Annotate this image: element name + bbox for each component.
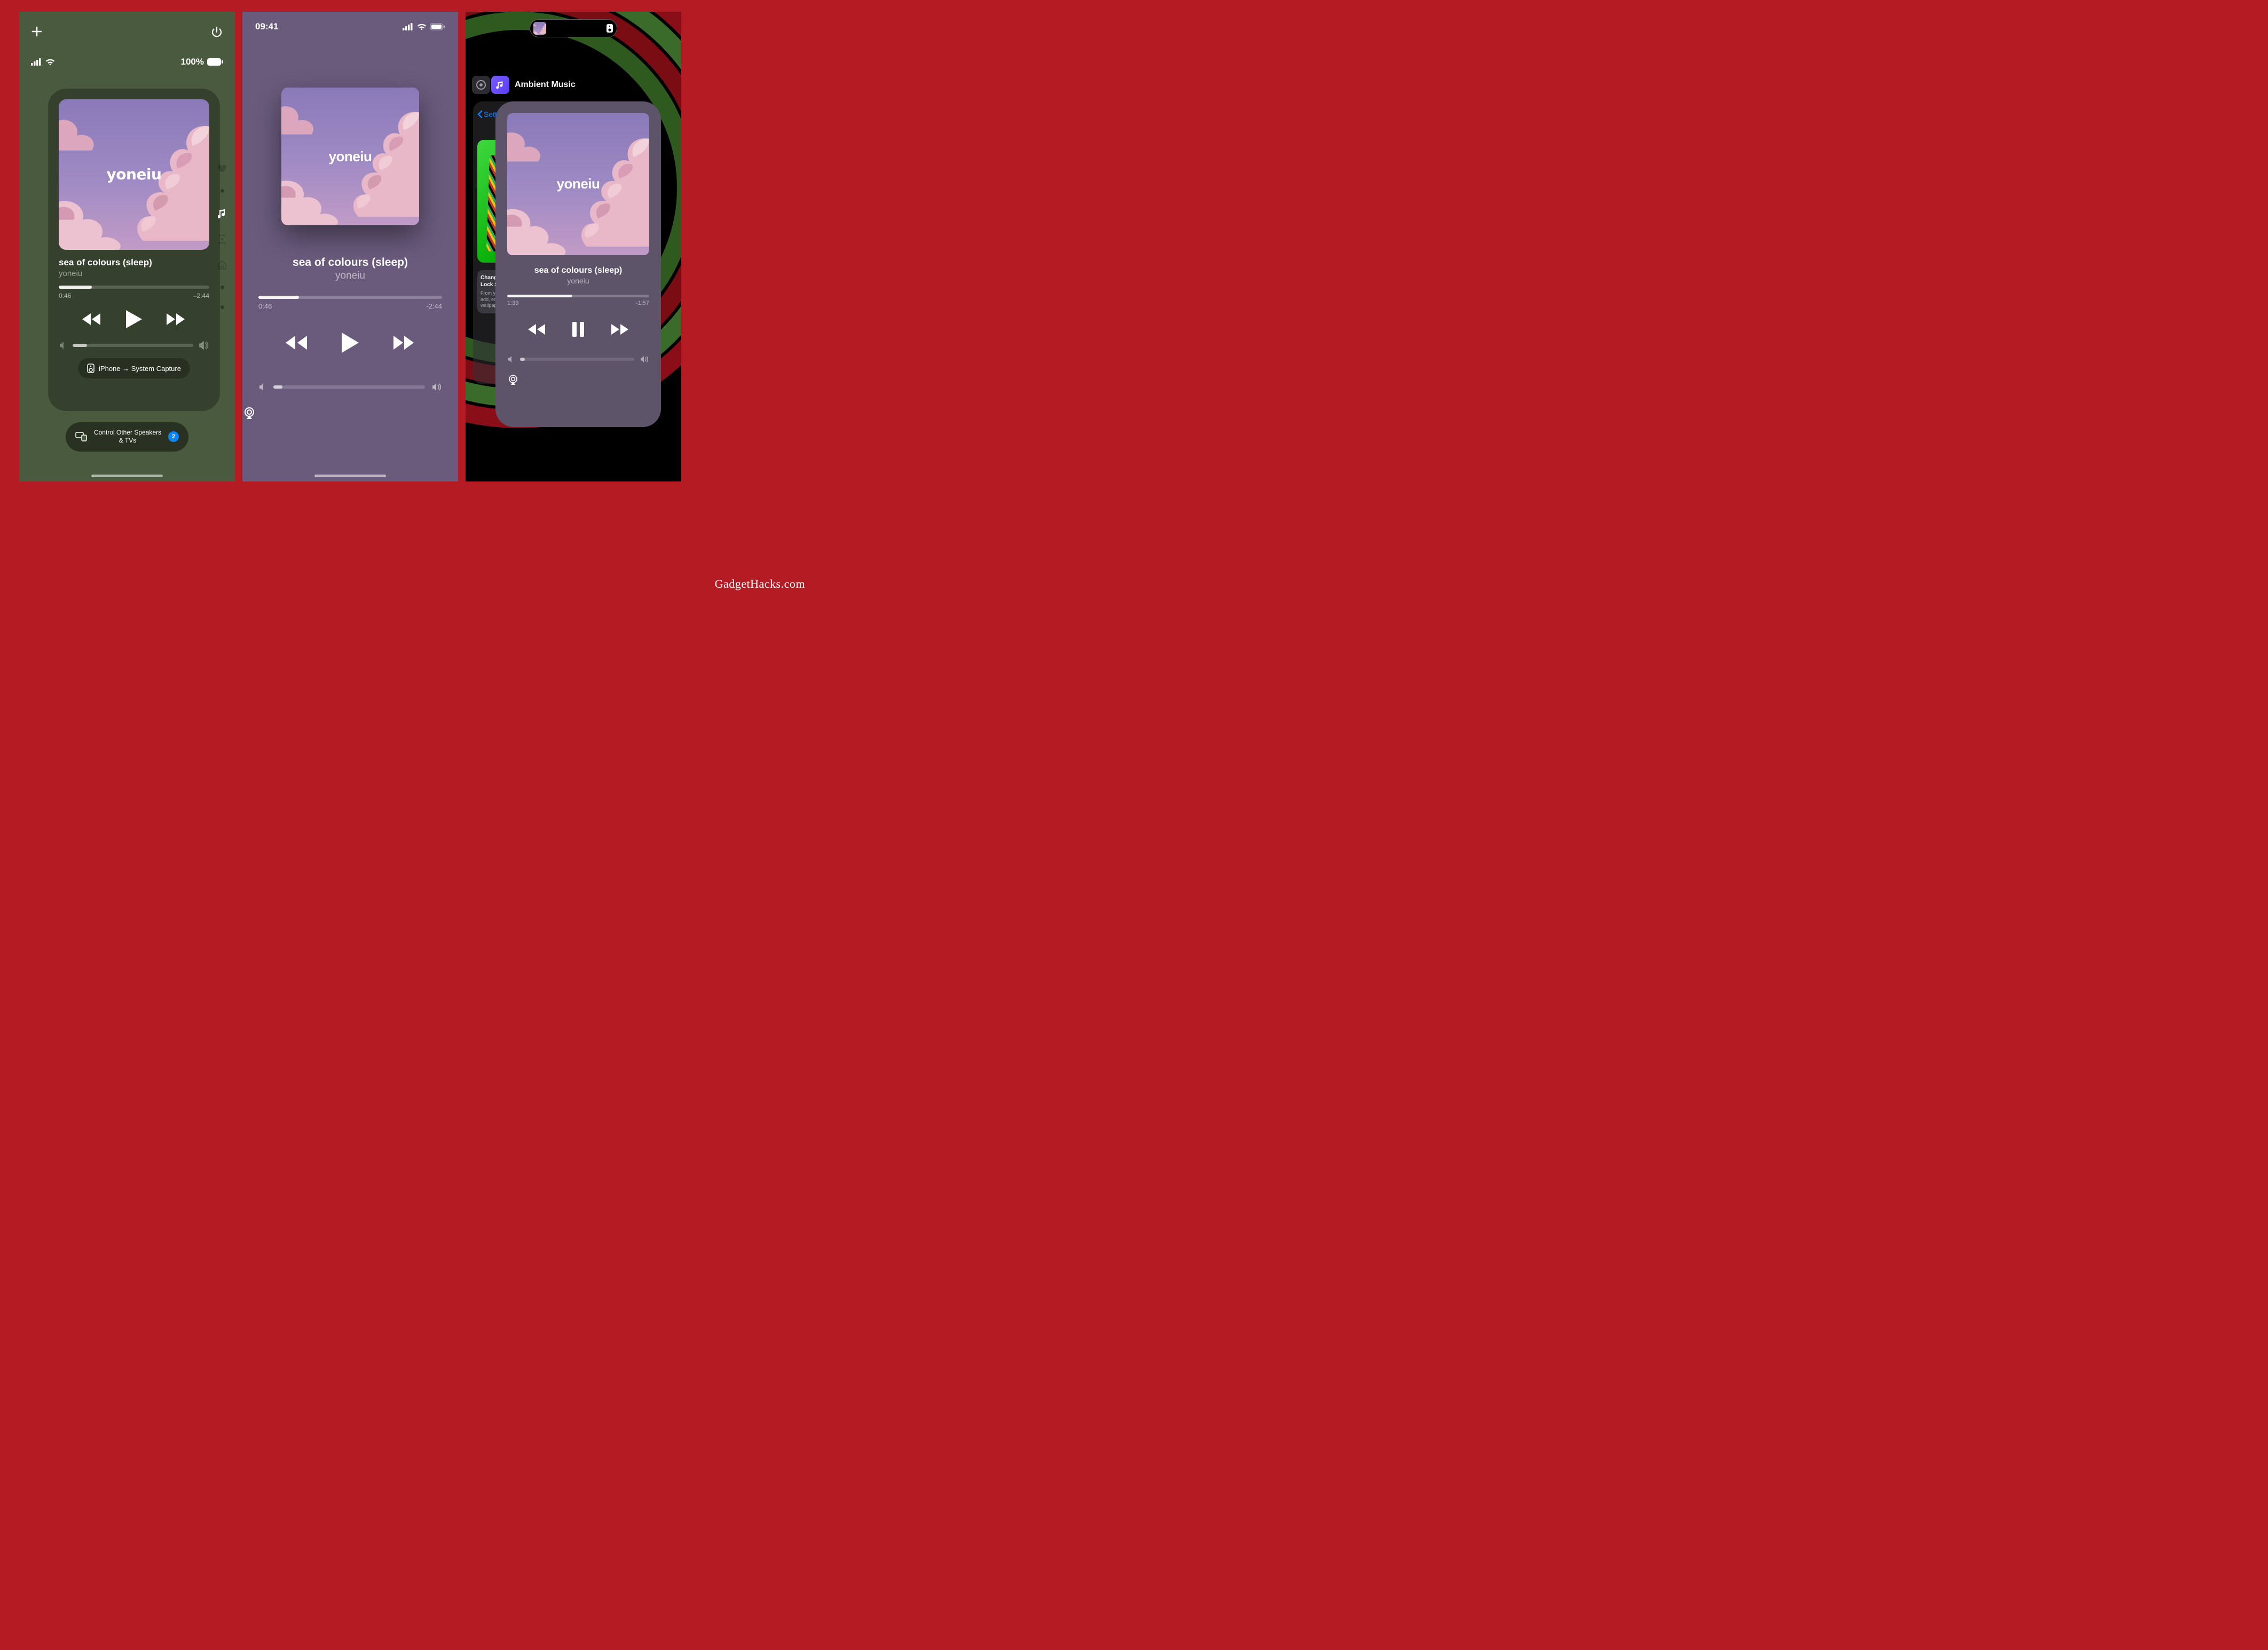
forward-button[interactable] xyxy=(167,312,187,326)
wifi-icon xyxy=(45,58,56,66)
time-remaining: –2:44 xyxy=(193,292,209,299)
airplay-button[interactable] xyxy=(242,407,458,419)
music-icon[interactable] xyxy=(218,209,226,218)
now-playing-card: yoneiu sea of colours (sleep) yoneiu 0:4… xyxy=(48,89,220,411)
rewind-button[interactable] xyxy=(527,323,546,336)
music-card-switcher[interactable]: yoneiu sea of colours (sleep) yoneiu 1:3… xyxy=(495,101,661,427)
play-button[interactable] xyxy=(125,309,143,329)
time-remaining: -1:57 xyxy=(636,300,649,306)
forward-button[interactable] xyxy=(392,335,416,351)
progress-slider[interactable] xyxy=(59,286,209,289)
page-dot[interactable] xyxy=(220,305,224,309)
cellular-icon xyxy=(31,58,42,66)
add-icon[interactable] xyxy=(31,26,43,38)
time-elapsed: 1:33 xyxy=(507,300,518,306)
volume-slider[interactable] xyxy=(73,344,193,347)
home-indicator[interactable] xyxy=(91,475,163,477)
rewind-button[interactable] xyxy=(81,312,101,326)
home-indicator[interactable] xyxy=(314,475,386,477)
app-name-label: Ambient Music xyxy=(515,80,576,90)
volume-high-icon xyxy=(431,383,442,391)
volume-low-icon xyxy=(507,356,515,363)
track-title: sea of colours (sleep) xyxy=(59,257,209,268)
battery-percent: 100% xyxy=(181,57,204,67)
progress-slider[interactable] xyxy=(507,295,649,297)
forward-button[interactable] xyxy=(610,323,629,336)
side-dots xyxy=(217,164,227,309)
volume-high-icon xyxy=(199,341,209,350)
album-art-text: yoneiu xyxy=(507,176,649,192)
album-art-text: yoneiu xyxy=(59,165,209,183)
speaker-small-icon xyxy=(606,23,613,33)
power-icon[interactable] xyxy=(210,26,223,38)
track-title: sea of colours (sleep) xyxy=(242,256,458,269)
wifi-icon xyxy=(416,23,427,30)
island-album-art xyxy=(533,22,546,35)
volume-high-icon xyxy=(640,356,649,363)
time-elapsed: 0:46 xyxy=(59,292,71,299)
track-artist: yoneiu xyxy=(242,270,458,282)
watermark: GadgetHacks.com xyxy=(715,577,805,591)
page-dot[interactable] xyxy=(220,286,224,289)
devices-icon xyxy=(75,432,87,441)
battery-icon xyxy=(430,23,445,30)
track-artist: yoneiu xyxy=(59,269,209,278)
volume-slider[interactable] xyxy=(520,358,634,361)
pause-button[interactable] xyxy=(572,321,585,337)
time-elapsed: 0:46 xyxy=(258,302,272,310)
settings-app-icon[interactable] xyxy=(472,76,490,94)
cellular-icon xyxy=(403,23,413,30)
play-button[interactable] xyxy=(340,331,360,354)
status-time: 09:41 xyxy=(255,21,278,32)
control-other-button[interactable]: Control Other Speakers & TVs 2 xyxy=(66,422,188,452)
broadcast-icon[interactable] xyxy=(217,234,227,244)
speaker-icon xyxy=(87,364,94,373)
track-artist: yoneiu xyxy=(507,277,649,285)
album-art: yoneiu xyxy=(281,88,419,225)
heart-icon[interactable] xyxy=(217,164,227,173)
output-device-label: iPhone → System Capture xyxy=(99,365,181,373)
home-icon[interactable] xyxy=(217,260,227,270)
output-device-button[interactable]: iPhone → System Capture xyxy=(78,358,190,378)
panel-3-app-switcher: Ambient Music Settin Al Change Lock Scr xyxy=(466,12,681,481)
dynamic-island[interactable] xyxy=(530,19,617,37)
volume-low-icon xyxy=(59,341,67,350)
page-dot[interactable] xyxy=(220,189,224,193)
time-remaining: -2:44 xyxy=(426,302,442,310)
progress-slider[interactable] xyxy=(258,296,442,299)
airplay-button[interactable] xyxy=(507,375,649,385)
battery-icon xyxy=(207,58,223,66)
album-art: yoneiu xyxy=(507,113,649,255)
control-other-label: Control Other Speakers & TVs xyxy=(93,429,162,445)
album-art-text: yoneiu xyxy=(281,148,419,165)
volume-slider[interactable] xyxy=(273,385,425,389)
panel-1-control-center: 100% yoneiu sea of colours (sleep) yonei… xyxy=(19,12,235,481)
tip-body-line-3: wallpap xyxy=(481,303,497,308)
rewind-button[interactable] xyxy=(285,335,308,351)
album-art: yoneiu xyxy=(59,99,209,250)
badge-count: 2 xyxy=(168,431,179,442)
panel-2-lockscreen-player: 09:41 yoneiu sea of colours (sleep) yone… xyxy=(242,12,458,481)
track-title: sea of colours (sleep) xyxy=(507,266,649,275)
volume-low-icon xyxy=(258,383,267,391)
ambient-music-app-icon[interactable] xyxy=(491,76,509,94)
